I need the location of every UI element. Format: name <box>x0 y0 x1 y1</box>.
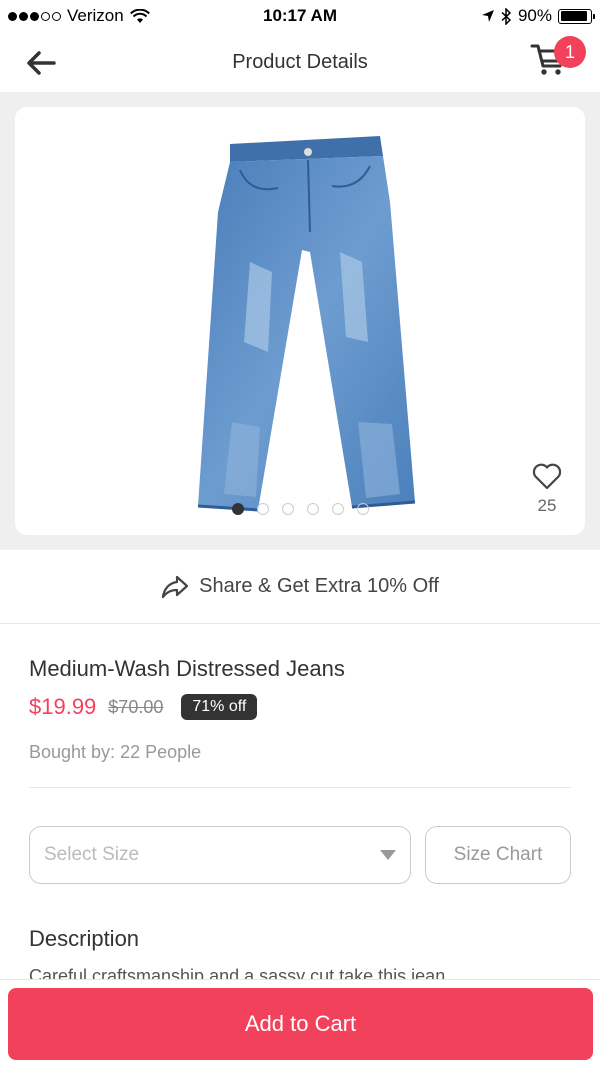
pager-dot[interactable] <box>356 503 369 515</box>
product-name: Medium-Wash Distressed Jeans <box>29 656 345 681</box>
description-title: Description <box>29 926 140 951</box>
status-left: Verizon <box>8 6 150 26</box>
battery-percent: 90% <box>517 6 552 25</box>
carrier-name: Verizon <box>67 6 124 25</box>
size-chart-button[interactable]: Size Chart <box>425 826 571 884</box>
original-price: $70.00 <box>108 696 164 717</box>
price-row: $19.99 $70.00 71% off <box>29 694 571 720</box>
battery-icon <box>558 8 595 24</box>
location-arrow-icon <box>481 10 494 22</box>
cart-count-badge: 1 <box>554 36 586 68</box>
bought-count: Bought by: 22 People <box>29 742 571 788</box>
size-selectors: Select Size Size Chart <box>29 826 571 884</box>
heart-icon <box>532 463 562 490</box>
pager-dot[interactable] <box>331 503 344 515</box>
bluetooth-icon <box>501 7 512 25</box>
status-bar: Verizon 10:17 AM 90% <box>0 0 600 32</box>
battery-fill <box>560 11 587 21</box>
add-to-cart-button[interactable]: Add to Cart <box>8 988 593 1060</box>
pager-dot[interactable] <box>231 503 244 515</box>
image-gallery[interactable]: 25 <box>15 107 585 535</box>
size-select[interactable]: Select Size <box>29 826 411 884</box>
pager-dot[interactable] <box>306 503 319 515</box>
share-button[interactable]: Share & Get Extra 10% Off <box>0 550 600 624</box>
discount-badge: 71% off <box>181 694 258 720</box>
share-label: Share & Get Extra 10% Off <box>199 575 439 597</box>
back-button[interactable] <box>24 46 58 80</box>
signal-strength-icon <box>8 11 61 21</box>
favorite-count: 25 <box>537 496 557 515</box>
share-icon <box>162 575 189 598</box>
sale-price: $19.99 <box>29 694 97 719</box>
wifi-icon <box>129 8 150 23</box>
pager-dot[interactable] <box>256 503 269 515</box>
size-placeholder: Select Size <box>44 844 140 865</box>
arrow-left-icon <box>27 51 56 75</box>
nav-bar: Product Details 1 <box>0 32 600 92</box>
triangle-down-icon <box>380 850 396 860</box>
product-info: Medium-Wash Distressed Jeans $19.99 $70.… <box>0 624 600 788</box>
status-right: 90% <box>481 6 595 26</box>
cart-button[interactable]: 1 <box>530 36 586 82</box>
gallery-section: 25 <box>0 92 600 550</box>
pager-dot[interactable] <box>281 503 294 515</box>
page-title: Product Details <box>232 50 368 73</box>
product-image-jeans <box>197 136 416 512</box>
favorite-button[interactable]: 25 <box>527 463 567 516</box>
bottom-bar: Add to Cart <box>0 980 600 1067</box>
image-pager[interactable] <box>15 503 585 515</box>
